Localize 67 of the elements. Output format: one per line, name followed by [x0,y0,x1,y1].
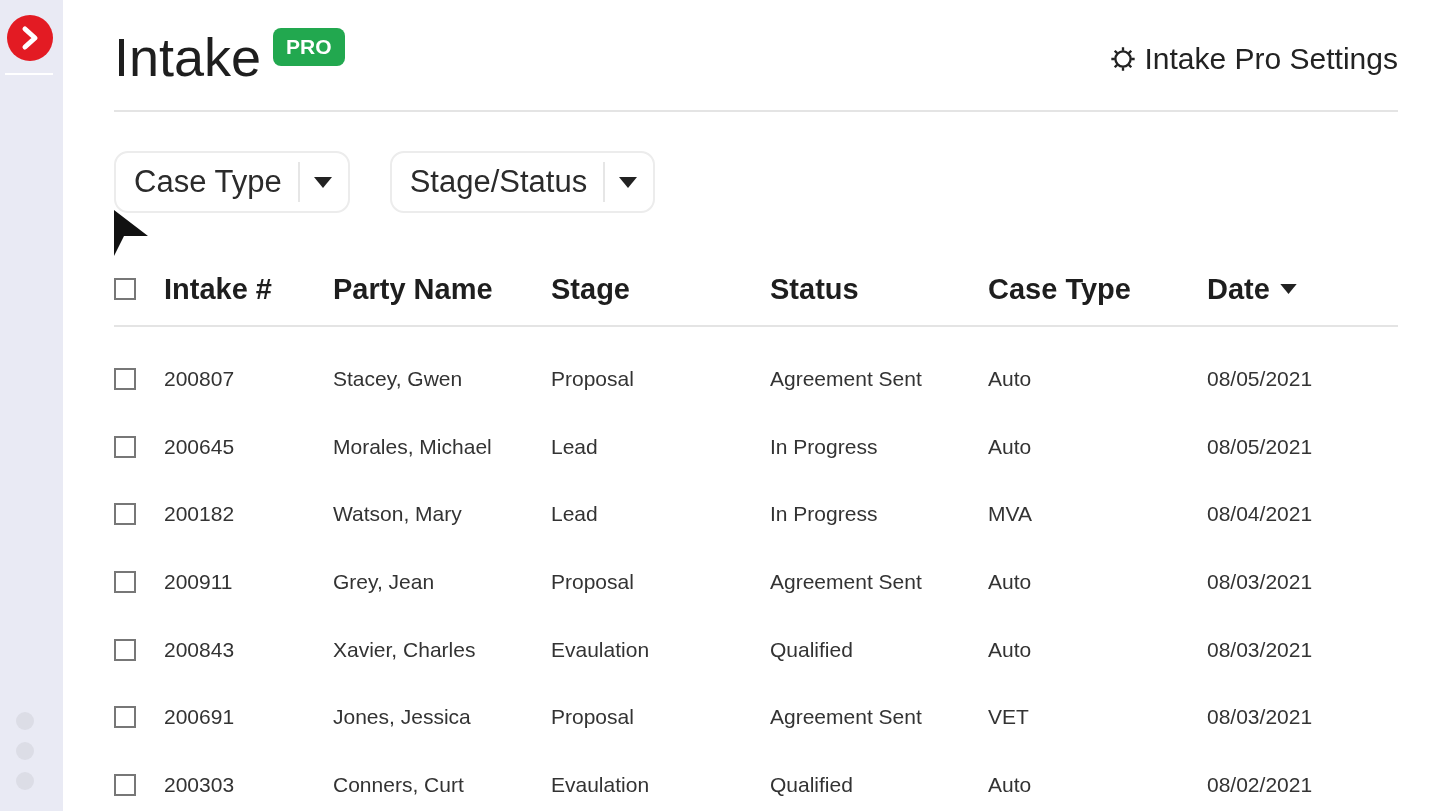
table-cell-text: MVA [988,502,1033,527]
table-cell-text: Lead [551,434,599,459]
table-cell-text: Agreement Sent [770,705,923,730]
row-checkbox[interactable] [114,706,136,729]
table-cell-text: Auto [988,772,1033,797]
table-cell-text: 200843 [164,637,236,662]
table-cell-text: Grey, Jean [333,569,436,594]
table-cell-text: Qualified [770,637,854,662]
table-cell-text: Jones, Jessica [333,705,472,730]
table-cell-text: In Progress [770,434,879,459]
table-cell-text: 08/05/2021 [1207,366,1314,391]
table-cell-text: 08/03/2021 [1207,705,1314,730]
table-cell-text: Stacey, Gwen [333,366,464,391]
row-checkbox[interactable] [114,503,136,526]
column-header[interactable]: Intake # [164,272,333,306]
column-header[interactable]: Status [770,272,988,306]
table-cell-text: Watson, Mary [333,502,463,527]
row-checkbox[interactable] [114,638,136,661]
row-checkbox[interactable] [114,367,136,390]
column-header[interactable]: Stage [551,272,770,306]
caret-down-icon [619,176,638,188]
row-checkbox[interactable] [114,435,136,458]
table-cell-text: 08/05/2021 [1207,434,1314,459]
chevron-logo-icon[interactable] [6,15,53,61]
table-cell-text: Agreement Sent [770,366,923,391]
select-all-checkbox[interactable] [114,278,136,300]
table-cell-text: Conners, Curt [333,772,465,797]
page-title: Intake [114,26,262,89]
cursor-icon [114,210,148,256]
table-cell-text: 200645 [164,434,236,459]
table-cell-text: Lead [551,502,599,527]
row-checkbox[interactable] [114,773,136,796]
filter-dropdown[interactable]: Stage/Status [389,151,656,213]
table-cell-text: 200911 [164,569,234,594]
table-cell-text: 200807 [164,366,236,391]
table-cell-text: In Progress [770,502,879,527]
table-cell-text: 08/03/2021 [1207,569,1314,594]
caret-down-icon [313,176,332,188]
table-cell-text: Agreement Sent [770,569,923,594]
settings-link[interactable]: Intake Pro Settings [1108,42,1398,76]
table-cell-text: Morales, Michael [333,434,493,459]
table-cell-text: Evaulation [551,637,651,662]
table-cell-text: Auto [988,637,1033,662]
table-cell-text: 08/02/2021 [1207,772,1314,797]
table-cell-text: 200182 [164,502,236,527]
column-header[interactable]: Case Type [988,272,1207,306]
table-cell-text: Auto [988,569,1033,594]
settings-icon [1108,45,1137,73]
table-cell-text: Xavier, Charles [333,637,477,662]
filter-dropdown[interactable]: Case Type [114,151,350,213]
pro-badge: PRO [273,28,345,66]
column-header[interactable]: Date [1207,272,1398,306]
column-header[interactable]: Party Name [333,272,551,306]
table-cell-text: 200691 [164,705,236,730]
table-cell-text: Auto [988,366,1033,391]
table-cell-text: 08/04/2021 [1207,502,1314,527]
sort-caret-icon [1279,284,1297,294]
row-checkbox[interactable] [114,570,136,593]
table-cell-text: Proposal [551,366,635,391]
table-cell-text: 200303 [164,772,236,797]
table-cell-text: VET [988,705,1030,730]
table-cell-text: Proposal [551,705,635,730]
table-cell-text: Proposal [551,569,635,594]
table-cell-text: Qualified [770,772,854,797]
table-cell-text: 08/03/2021 [1207,637,1314,662]
table-cell-text: Auto [988,434,1033,459]
table-cell-text: Evaulation [551,772,651,797]
